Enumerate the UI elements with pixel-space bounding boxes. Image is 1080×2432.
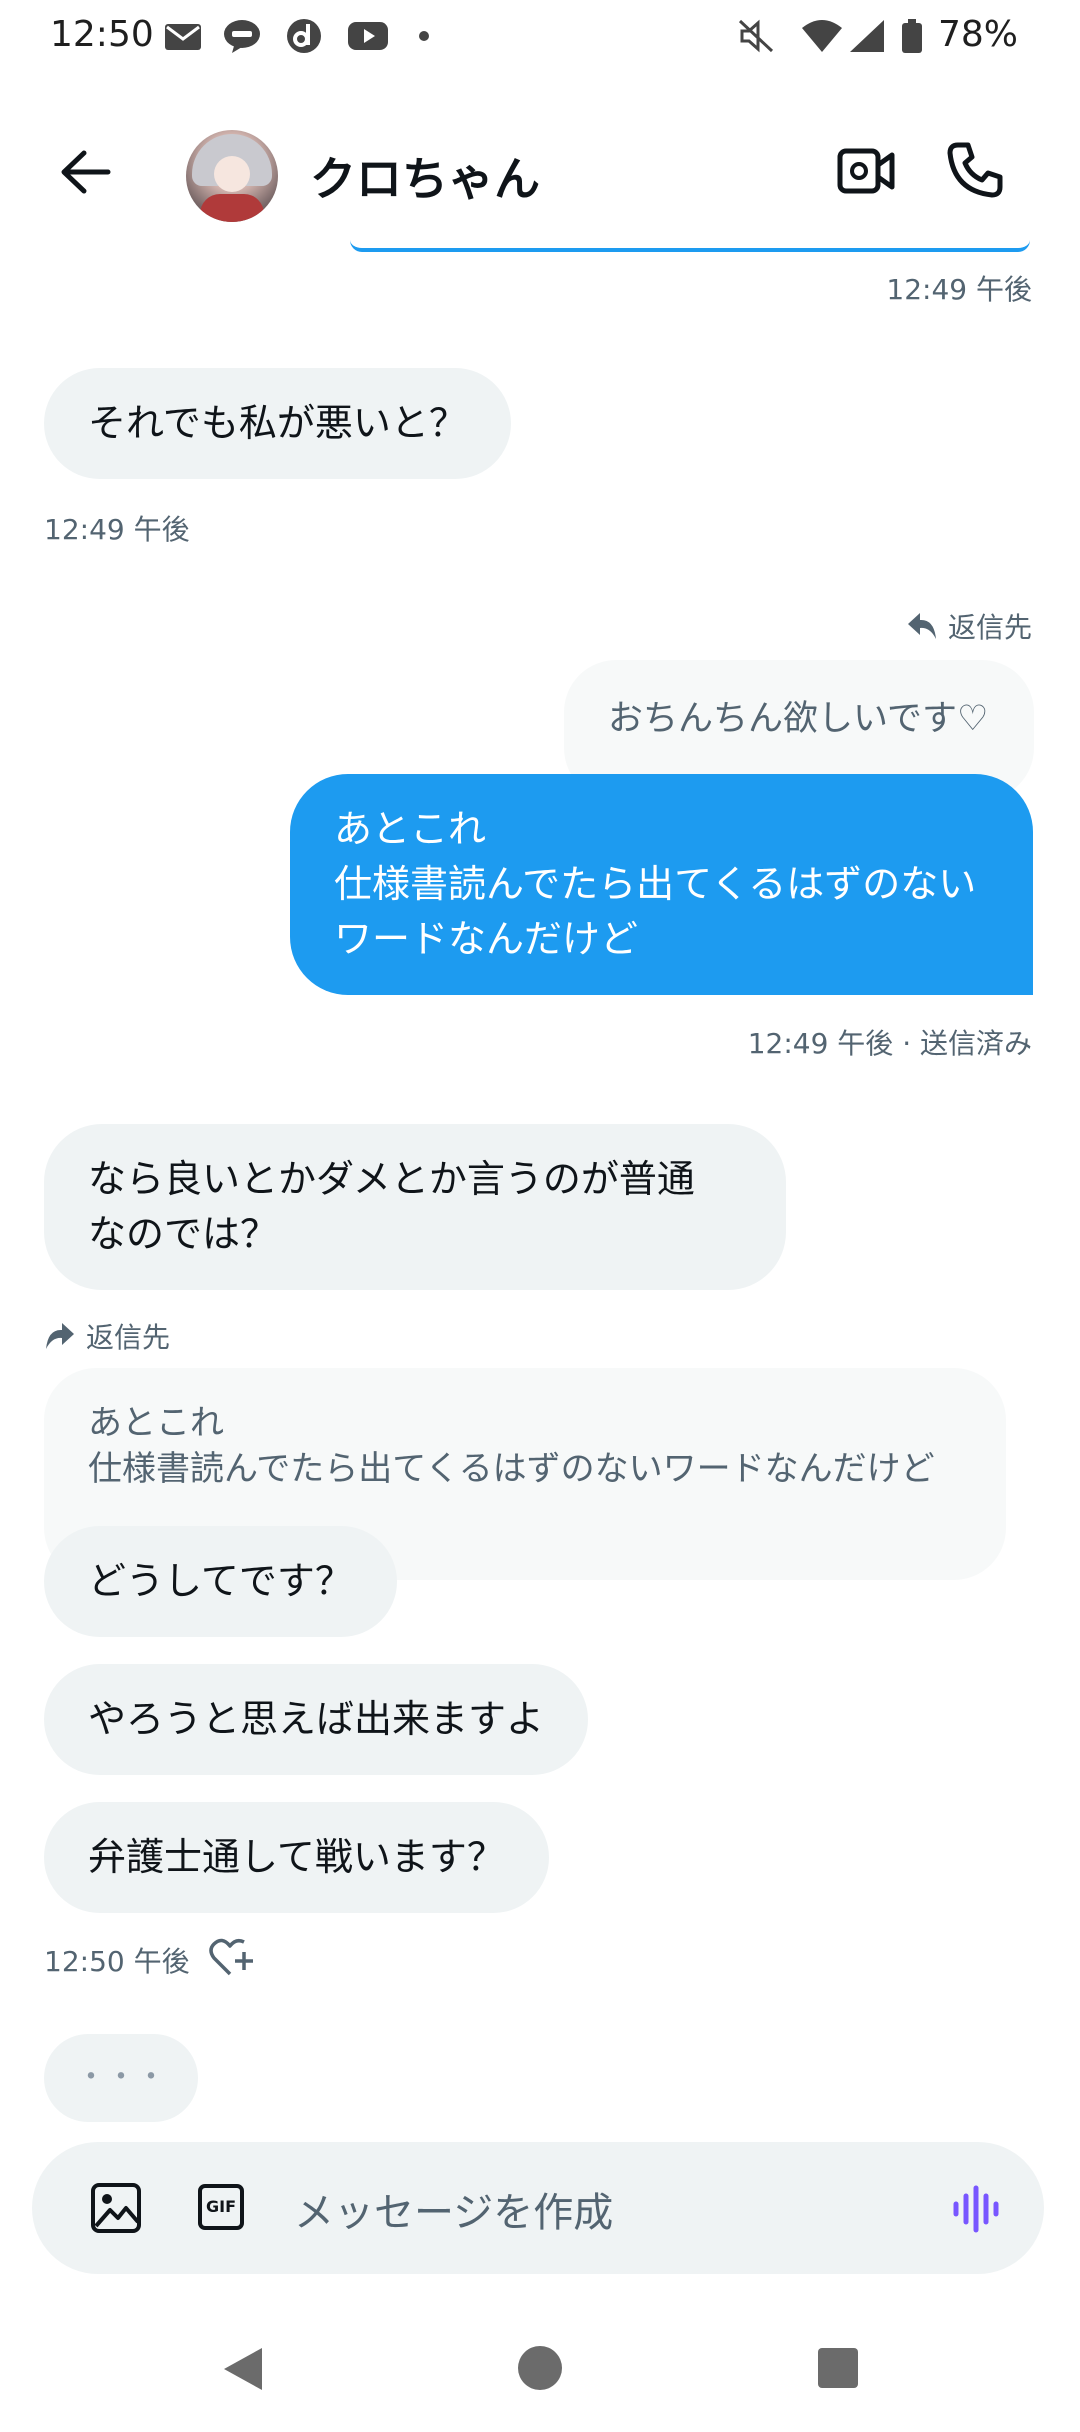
dot-icon [419, 31, 429, 41]
forward-reply-icon [46, 1323, 74, 1349]
previous-bubble-edge [350, 240, 1030, 252]
contact-name[interactable]: クロちゃん [310, 143, 540, 209]
status-bar: 12:50 78% [0, 0, 1080, 78]
message-input[interactable]: メッセージを作成 [294, 2180, 613, 2238]
phone-icon[interactable] [946, 141, 1004, 199]
image-icon[interactable] [90, 2182, 142, 2234]
add-reaction-icon[interactable] [208, 1936, 256, 1978]
message-timestamp: 12:49 午後 [886, 273, 1032, 306]
message-composer: GIF メッセージを作成 [32, 2142, 1044, 2274]
incoming-message[interactable]: やろうと思えば出来ますよ [44, 1664, 589, 1775]
back-nav-icon[interactable] [220, 2344, 266, 2394]
back-arrow-icon[interactable] [58, 147, 114, 197]
message-timestamp: 12:49 午後 · 送信済み [747, 1027, 1032, 1060]
battery-percent: 78% [938, 14, 1019, 55]
d-app-icon [287, 19, 321, 53]
reply-indicator: 返信先 [44, 1316, 170, 1356]
gif-icon[interactable]: GIF [198, 2184, 244, 2230]
incoming-message[interactable]: どうしてです？ [44, 1526, 397, 1637]
reply-indicator: 返信先 [906, 606, 1032, 646]
signal-icon [850, 20, 884, 52]
battery-icon [902, 19, 922, 53]
typing-indicator: ・・・ [44, 2034, 198, 2122]
conversation-header: クロちゃん [0, 95, 1080, 245]
voice-icon[interactable] [950, 2184, 1002, 2234]
reply-label: 返信先 [947, 611, 1032, 644]
video-call-icon[interactable] [836, 145, 896, 197]
navigation-bar [0, 2300, 1080, 2432]
wifi-icon [802, 20, 842, 52]
status-time: 12:50 [50, 14, 154, 55]
youtube-icon [348, 22, 388, 50]
reply-label: 返信先 [86, 1321, 171, 1354]
incoming-message[interactable]: 弁護士通して戦います？ [44, 1802, 549, 1913]
mail-icon [165, 24, 201, 50]
home-nav-icon[interactable] [516, 2344, 564, 2392]
incoming-message[interactable]: なら良いとかダメとか言うのが普通 なのでは？ [44, 1124, 786, 1290]
line-icon [224, 20, 260, 53]
reply-icon [907, 613, 936, 639]
message-timestamp: 12:50 午後 [44, 1945, 190, 1978]
incoming-message[interactable]: それでも私が悪いと？ [44, 368, 511, 479]
recents-nav-icon[interactable] [816, 2346, 860, 2390]
mute-icon [738, 19, 774, 53]
message-timestamp: 12:49 午後 [44, 513, 190, 546]
outgoing-message[interactable]: あとこれ 仕様書読んでたら出てくるはずのないワードなんだけど [290, 774, 1033, 995]
avatar[interactable] [186, 130, 278, 222]
